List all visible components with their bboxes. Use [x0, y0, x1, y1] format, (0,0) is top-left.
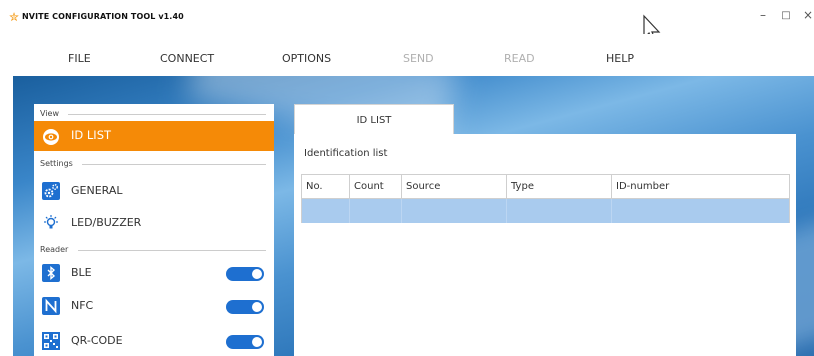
table-cell: [612, 199, 789, 223]
sidebar-item-label: BLE: [71, 266, 92, 279]
divider: [68, 114, 266, 115]
ble-toggle[interactable]: [226, 267, 264, 281]
qr-code-icon: [42, 332, 60, 350]
sidebar-item-label: ID LIST: [71, 128, 112, 142]
left-margin: [0, 76, 13, 356]
column-header-no[interactable]: No.: [302, 175, 350, 199]
lightbulb-icon: [42, 214, 60, 232]
menu-bar: FILE CONNECT OPTIONS SEND READ HELP: [0, 34, 814, 76]
sidebar-item-label: LED/BUZZER: [71, 216, 142, 229]
qr-code-toggle[interactable]: [226, 335, 264, 349]
column-header-type[interactable]: Type: [507, 175, 612, 199]
nfc-toggle[interactable]: [226, 300, 264, 314]
menu-file[interactable]: FILE: [68, 52, 91, 65]
sidebar-item-label: NFC: [71, 299, 94, 312]
sidebar: View ID LIST Settings GENERAL LED/BUZZER…: [34, 104, 274, 356]
section-label-settings: Settings: [40, 159, 73, 168]
section-label-view: View: [40, 109, 59, 118]
menu-help[interactable]: HELP: [606, 52, 634, 65]
gears-icon: [42, 182, 60, 200]
divider: [82, 164, 266, 165]
app-star-icon: ✮: [9, 10, 20, 24]
id-table: No. Count Source Type ID-number: [301, 174, 790, 223]
close-button[interactable]: ×: [801, 8, 814, 22]
tab-id-list[interactable]: ID LIST: [294, 104, 454, 135]
divider: [78, 250, 266, 251]
toggle-knob: [252, 337, 262, 347]
nfc-icon: [42, 297, 60, 315]
title-bar: ✮ NVITE CONFIGURATION TOOL v1.40 – □ ×: [0, 0, 814, 43]
table-cell: [350, 199, 402, 223]
menu-options[interactable]: OPTIONS: [282, 52, 331, 65]
id-list-panel: Identification list No. Count Source Typ…: [294, 134, 796, 356]
sidebar-item-general[interactable]: GENERAL: [34, 175, 274, 205]
minimize-button[interactable]: –: [756, 8, 770, 22]
table-header: No. Count Source Type ID-number: [302, 175, 789, 199]
toggle-knob: [252, 269, 262, 279]
column-header-source[interactable]: Source: [402, 175, 507, 199]
sidebar-item-label: GENERAL: [71, 184, 123, 197]
sidebar-item-nfc[interactable]: NFC: [34, 290, 274, 320]
table-cell: [402, 199, 507, 223]
column-header-count[interactable]: Count: [350, 175, 402, 199]
table-cell: [302, 199, 350, 223]
bluetooth-icon: [42, 264, 60, 282]
sidebar-item-id-list[interactable]: ID LIST: [34, 121, 274, 151]
window-title: NVITE CONFIGURATION TOOL v1.40: [22, 12, 184, 21]
table-row[interactable]: [302, 199, 789, 223]
maximize-button[interactable]: □: [779, 9, 793, 23]
menu-read[interactable]: READ: [504, 52, 535, 65]
table-cell: [507, 199, 612, 223]
column-header-id-number[interactable]: ID-number: [612, 175, 789, 199]
sidebar-item-label: QR-CODE: [71, 334, 123, 347]
eye-icon: [42, 128, 60, 146]
list-title: Identification list: [304, 148, 388, 159]
sidebar-item-qr-code[interactable]: QR-CODE: [34, 325, 274, 355]
menu-send[interactable]: SEND: [403, 52, 434, 65]
sidebar-item-ble[interactable]: BLE: [34, 257, 274, 287]
toggle-knob: [252, 302, 262, 312]
sidebar-item-led-buzzer[interactable]: LED/BUZZER: [34, 207, 274, 237]
section-label-reader: Reader: [40, 245, 69, 254]
menu-connect[interactable]: CONNECT: [160, 52, 214, 65]
